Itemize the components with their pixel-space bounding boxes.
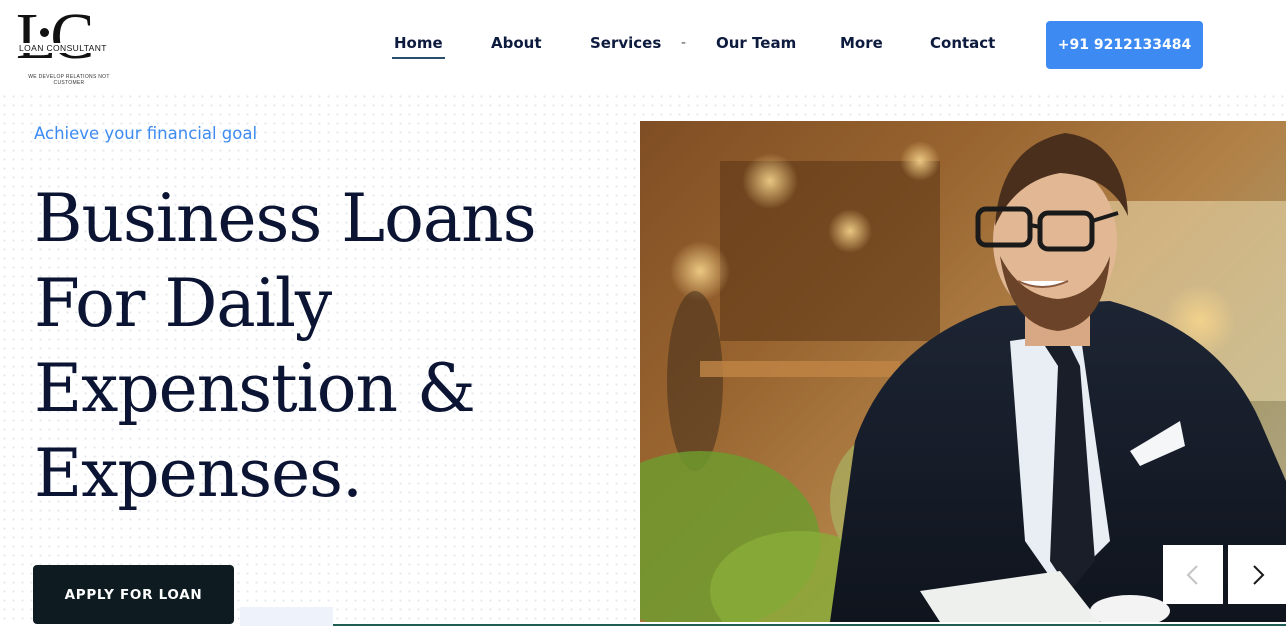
- nav-item-services[interactable]: Services: [590, 34, 661, 52]
- logo-tagline: WE DEVELOP RELATIONS NOT CUSTOMER: [28, 74, 110, 86]
- headline-line: Business Loans: [34, 180, 537, 257]
- hero-headline: Business Loans For Daily Expenstion & Ex…: [34, 176, 634, 516]
- logo-name: LOAN CONSULTANT: [18, 43, 108, 53]
- nav-item-contact[interactable]: Contact: [930, 34, 995, 52]
- logo[interactable]: LC LOAN CONSULTANT WE DEVELOP RELATIONS …: [14, 2, 124, 90]
- chevron-right-icon: [1253, 564, 1265, 585]
- slider-prev-button[interactable]: [1163, 545, 1223, 604]
- phone-button[interactable]: +91 9212133484: [1046, 21, 1203, 69]
- site-header: LC LOAN CONSULTANT WE DEVELOP RELATIONS …: [0, 0, 1286, 92]
- hero-subtitle: Achieve your financial goal: [34, 124, 258, 143]
- nav-item-home[interactable]: Home: [392, 34, 445, 59]
- logo-letters: LC: [16, 0, 94, 73]
- chevron-left-icon: [1186, 564, 1198, 585]
- slider-next-button[interactable]: [1228, 545, 1286, 604]
- headline-line: Expenstion &: [34, 350, 476, 427]
- nav-item-about[interactable]: About: [491, 34, 542, 52]
- nav-item-more[interactable]: More: [840, 34, 883, 52]
- nav-separator: -: [681, 34, 686, 51]
- logo-dot-icon: [40, 28, 49, 37]
- hero-bottom-tab: [240, 607, 333, 626]
- apply-for-loan-button[interactable]: APPLY FOR LOAN: [33, 565, 234, 624]
- headline-line: For Daily: [34, 265, 332, 342]
- nav-item-our-team[interactable]: Our Team: [716, 34, 796, 52]
- headline-line: Expenses.: [34, 435, 363, 512]
